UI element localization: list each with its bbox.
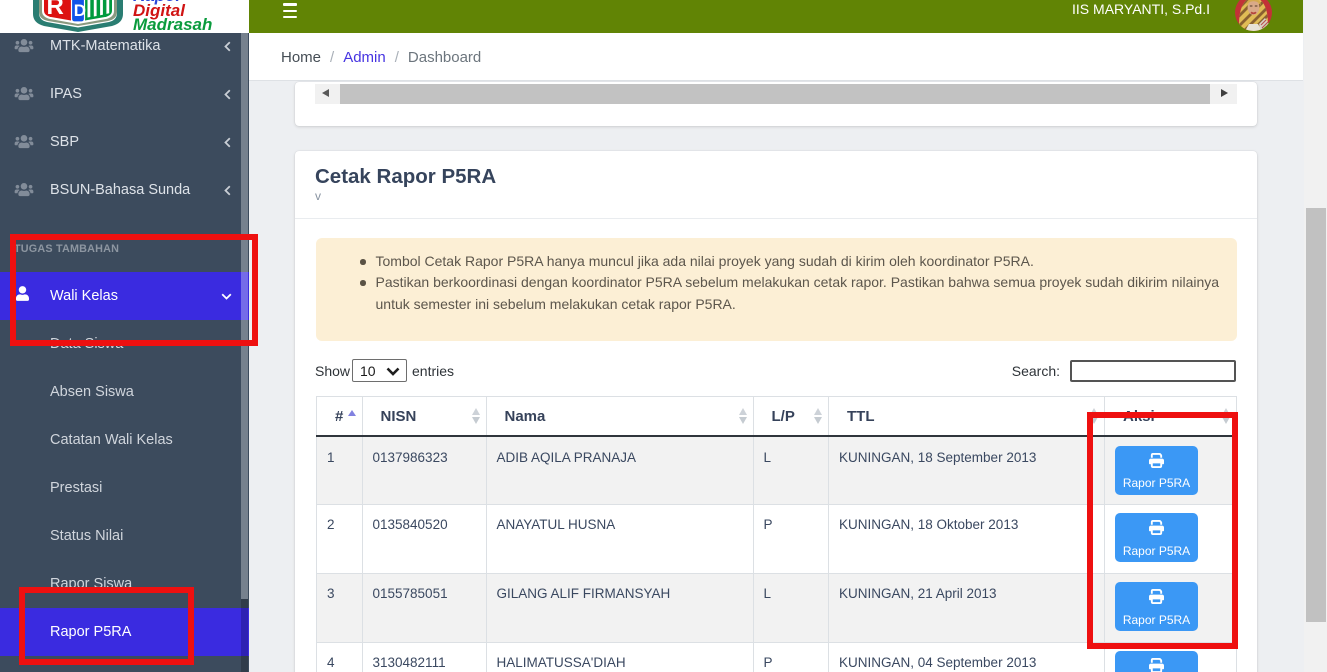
svg-text:D: D	[74, 1, 86, 20]
svg-text:R: R	[47, 0, 64, 20]
